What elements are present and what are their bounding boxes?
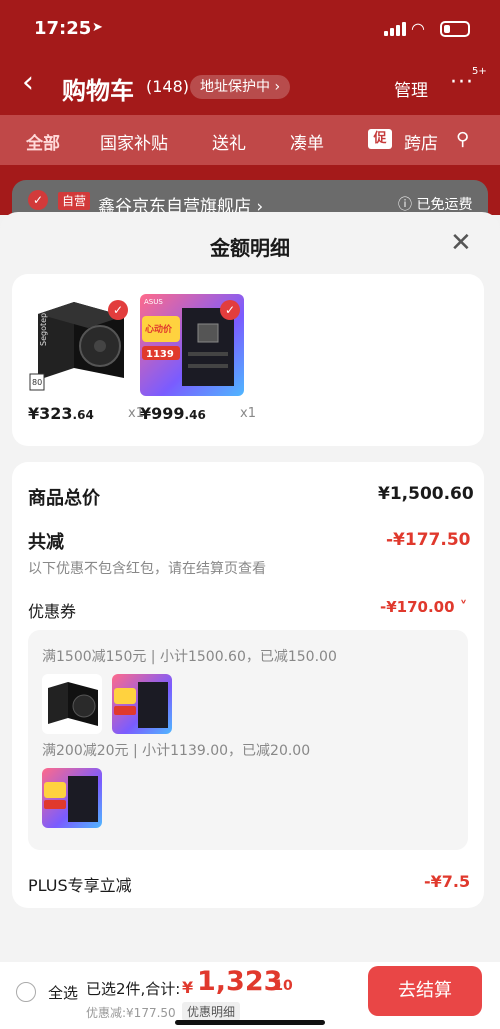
manage-button[interactable]: 管理 xyxy=(394,76,428,101)
saved-amount: 优惠减:¥177.50 xyxy=(86,1006,176,1020)
tab-combine[interactable]: 凑单 xyxy=(290,129,324,154)
plus-discount-value: -¥7.5 xyxy=(424,872,471,891)
coupon-rule: 满1500减150元 | 小计1500.60，已减150.00 xyxy=(42,649,337,665)
more-icon[interactable]: ··· xyxy=(450,70,474,95)
product-price: ¥999.46 xyxy=(140,404,206,423)
select-all-label[interactable]: 全选 xyxy=(48,982,78,1003)
psu-brand-label: Segotep xyxy=(39,313,48,346)
cart-navbar: ‹ 购物车 (148) 地址保护中 › 管理 ··· 5+ xyxy=(0,62,500,112)
more-badge: 5+ xyxy=(472,66,487,77)
store-check-icon[interactable]: ✓ xyxy=(28,190,48,210)
search-icon[interactable]: ⚲ xyxy=(456,129,469,150)
total-reduce-label: 共减 xyxy=(28,532,64,553)
product-qty: x1 xyxy=(240,406,256,421)
tab-all[interactable]: 全部 xyxy=(26,129,60,154)
mb-promo-tag: 心动价 xyxy=(145,324,173,335)
product-price: ¥323.64 xyxy=(28,404,94,423)
wifi-icon: ◠ xyxy=(411,19,425,38)
product-item[interactable]: ASUS 心动价 1139 ✓ ¥999.46 x1 xyxy=(140,294,256,423)
coupon-label: 优惠券 xyxy=(28,602,77,621)
plus-discount-label: PLUS专享立减 xyxy=(28,876,132,895)
product-check-icon[interactable]: ✓ xyxy=(108,300,128,320)
psu-80-badge: 80 xyxy=(32,378,42,387)
battery-icon xyxy=(440,21,470,37)
close-icon[interactable]: ✕ xyxy=(450,230,472,256)
coupon-product-thumb xyxy=(42,768,102,828)
tab-cross-store[interactable]: 跨店 xyxy=(404,129,438,154)
coupon-value-toggle[interactable]: -¥170.00 ˅ xyxy=(380,598,467,616)
location-arrow-icon: ➤ xyxy=(92,20,103,35)
checkout-bar: 全选 已选2件,合计: ¥ 1,323 .10 优惠减:¥177.50 优惠明细… xyxy=(0,962,500,1029)
product-image-psu: Segotep 80 ✓ xyxy=(28,294,132,396)
goods-total-label: 商品总价 xyxy=(28,488,100,509)
tab-gift[interactable]: 送礼 xyxy=(212,129,246,154)
checkout-button[interactable]: 去结算 xyxy=(368,966,482,1016)
total-currency: ¥ xyxy=(182,978,194,997)
shipping-status: ⓘ 已免运费 xyxy=(398,197,473,213)
product-item[interactable]: Segotep 80 ✓ ¥323.64 x1 xyxy=(28,294,144,423)
status-bar: 17:25 ➤ ◠ xyxy=(0,0,500,60)
signal-icon xyxy=(384,22,406,36)
product-check-icon[interactable]: ✓ xyxy=(220,300,240,320)
cart-tabs: 全部 国家补贴 送礼 凑单 促 跨店 ⚲ xyxy=(0,115,500,165)
self-operated-tag: 自营 xyxy=(58,192,91,210)
selected-summary: 已选2件,合计: xyxy=(86,980,181,998)
coupon-product-thumb xyxy=(112,674,172,734)
status-time: 17:25 xyxy=(34,18,92,39)
coupon-rule: 满200减20元 | 小计1139.00，已减20.00 xyxy=(42,743,311,759)
coupon-detail-box: 满1500减150元 | 小计1500.60，已减150.00 满200减20元… xyxy=(28,630,468,850)
discount-detail-button[interactable]: 优惠明细 xyxy=(182,1002,241,1021)
mb-brand-label: ASUS xyxy=(144,298,163,306)
promo-tag-icon: 促 xyxy=(368,129,392,149)
discount-note: 以下优惠不包含红包，请在结算页查看 xyxy=(28,561,266,577)
select-all-radio[interactable] xyxy=(16,982,36,1002)
total-price-cents: .10 xyxy=(268,978,293,994)
goods-total-value: ¥1,500.60 xyxy=(378,484,474,504)
back-button[interactable]: ‹ xyxy=(22,68,34,98)
mb-promo-price: 1139 xyxy=(146,349,174,360)
cart-count: (148) xyxy=(146,77,190,96)
store-header: ✓ 自营 鑫谷京东自营旗舰店 › ⓘ 已免运费 xyxy=(12,180,488,217)
home-indicator xyxy=(175,1020,325,1025)
sheet-title: 金额明细 xyxy=(210,236,290,260)
product-image-motherboard: ASUS 心动价 1139 ✓ xyxy=(140,294,244,396)
total-reduce-value: -¥177.50 xyxy=(386,530,471,550)
price-summary-card: 商品总价 ¥1,500.60 共减 -¥177.50 以下优惠不包含红包，请在结… xyxy=(12,462,484,908)
selected-products-card: Segotep 80 ✓ ¥323.64 x1 ASUS 心动价 1139 ✓ … xyxy=(12,274,484,446)
page-title: 购物车 xyxy=(62,77,134,105)
address-protect-pill[interactable]: 地址保护中 › xyxy=(190,75,291,99)
amount-detail-sheet: 金额明细 ✕ Segotep 80 ✓ ¥323.64 x1 ASUS 心动价 … xyxy=(0,212,500,1029)
tab-national-subsidy[interactable]: 国家补贴 xyxy=(100,129,168,154)
coupon-product-thumb xyxy=(42,674,102,734)
